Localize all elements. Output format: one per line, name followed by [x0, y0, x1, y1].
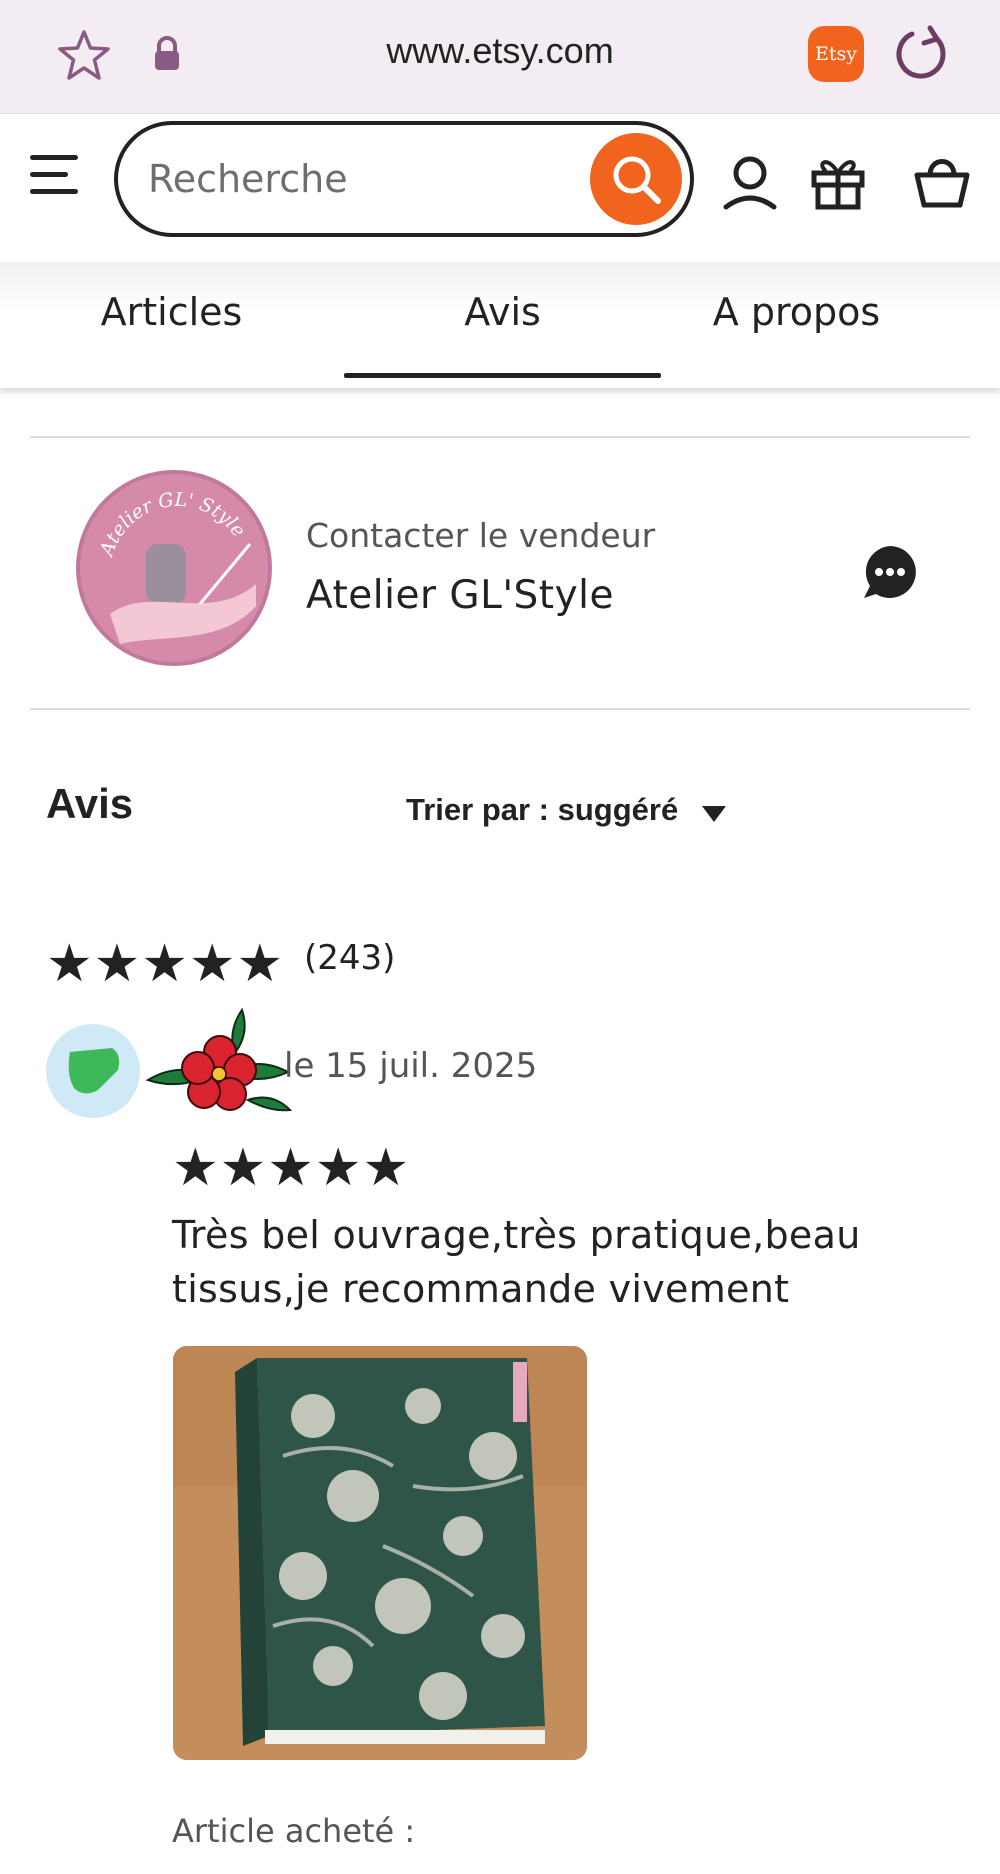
- reload-icon[interactable]: [890, 24, 950, 84]
- star-filled-icon: ★: [141, 934, 188, 994]
- menu-icon[interactable]: [30, 155, 82, 199]
- site-header: [0, 115, 1000, 261]
- review-text: Très bel ouvrage,très pratique,beau tiss…: [172, 1213, 861, 1311]
- search-icon: [613, 156, 661, 204]
- account-icon[interactable]: [720, 151, 780, 211]
- review-count: (243): [304, 938, 396, 978]
- etsy-extension-icon[interactable]: Etsy: [808, 26, 864, 82]
- tab-a-propos[interactable]: A propos: [630, 262, 963, 378]
- divider: [30, 436, 970, 438]
- star-filled-icon: ★: [219, 1138, 267, 1198]
- tab-articles[interactable]: Articles: [5, 262, 338, 378]
- star-filled-icon: ★: [172, 1138, 219, 1198]
- seller-name[interactable]: Atelier GL'Style: [306, 573, 614, 618]
- search-input[interactable]: [148, 147, 568, 211]
- contact-seller-link[interactable]: Contacter le vendeur: [306, 516, 655, 555]
- star-filled-icon: ★: [362, 1138, 410, 1198]
- review-photo[interactable]: [173, 1346, 587, 1760]
- cart-icon[interactable]: [912, 151, 972, 211]
- reviewer-avatar[interactable]: [46, 1024, 140, 1118]
- reviews-heading: Avis: [46, 780, 134, 827]
- flower-sticker-icon: [145, 1007, 293, 1112]
- star-filled-icon: ★: [236, 934, 284, 994]
- star-filled-icon: ★: [46, 934, 93, 994]
- search-button[interactable]: [590, 133, 682, 225]
- star-icon[interactable]: [56, 28, 112, 84]
- url-text[interactable]: www.etsy.com: [330, 30, 670, 72]
- shop-tabs: Articles Avis A propos: [0, 262, 1000, 388]
- tab-avis[interactable]: Avis: [336, 262, 669, 378]
- star-filled-icon: ★: [188, 934, 236, 994]
- star-filled-icon: ★: [93, 934, 141, 994]
- gift-icon[interactable]: [808, 151, 868, 211]
- lock-icon[interactable]: [152, 36, 182, 72]
- divider: [30, 708, 970, 710]
- chat-icon[interactable]: [860, 542, 920, 602]
- star-filled-icon: ★: [314, 1138, 362, 1198]
- browser-address-bar: www.etsy.com Etsy: [0, 0, 1000, 114]
- overall-rating-stars: ★ ★ ★ ★ ★: [46, 938, 284, 990]
- review-rating-stars: ★ ★ ★ ★ ★: [172, 1142, 410, 1194]
- purchased-item-label: Article acheté :: [172, 1812, 416, 1850]
- seller-logo[interactable]: Atelier GL' Style: [76, 470, 272, 666]
- search-bar[interactable]: [114, 121, 694, 237]
- review-date: le 15 juil. 2025: [284, 1046, 538, 1086]
- chevron-down-icon[interactable]: [702, 806, 726, 822]
- star-filled-icon: ★: [267, 1138, 314, 1198]
- sort-dropdown[interactable]: Trier par : suggéré: [406, 792, 678, 828]
